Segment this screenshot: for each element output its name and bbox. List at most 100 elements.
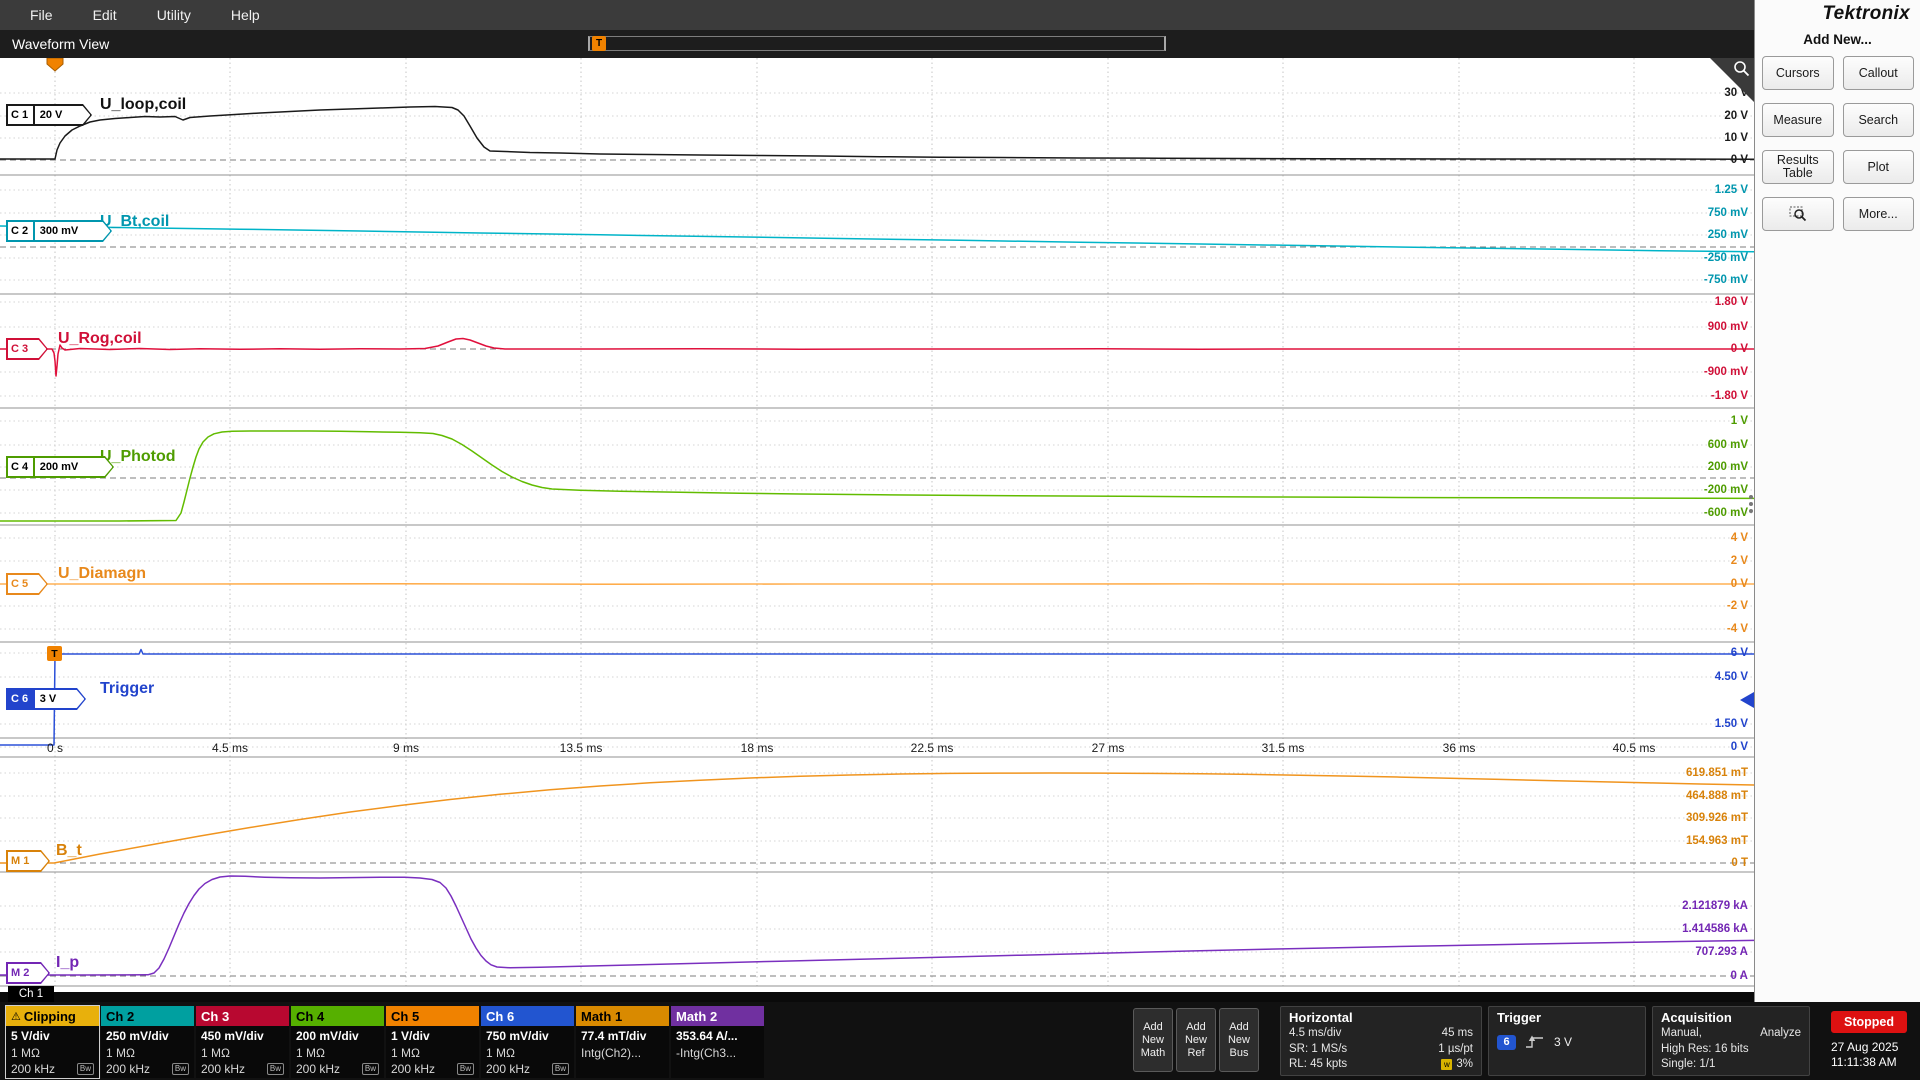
menu-edit[interactable]: Edit (73, 0, 137, 30)
scale-label-c6: 1.50 V (1715, 718, 1748, 730)
channel-config-badge-ch4[interactable]: Ch 4 200 mV/div1 MΩ200 kHzBw (291, 1006, 384, 1078)
badge-header-ch2: Ch 2 (101, 1006, 194, 1026)
time-label-40-5-ms: 40.5 ms (1613, 741, 1656, 755)
channel-badge-c6[interactable]: C 63 V (6, 688, 86, 710)
badge-row: Intg(Ch2)... (581, 1045, 664, 1062)
trace-c2[interactable] (0, 226, 1754, 252)
trigger-panel[interactable]: Trigger 6 3 V (1488, 1006, 1646, 1076)
add-new-bus-button[interactable]: AddNewBus (1219, 1008, 1259, 1072)
channel-config-badge-math2[interactable]: Math 2353.64 A/...-Intg(Ch3... (671, 1006, 764, 1078)
scale-label-c5: 0 V (1731, 578, 1748, 590)
scale-label-c5: 4 V (1731, 532, 1748, 544)
trigger-position-marker[interactable] (47, 58, 63, 71)
channel-badge-c5[interactable]: C 5 (6, 573, 48, 595)
channel-name-c3[interactable]: U_Rog,coil (58, 330, 142, 348)
panel-resize-handle[interactable] (1749, 495, 1753, 513)
time-label-31-5-ms: 31.5 ms (1262, 741, 1305, 755)
scale-label-m1: 154.963 mT (1686, 835, 1748, 847)
scale-label-c1: 10 V (1724, 132, 1748, 144)
bandwidth-limit-badge: Bw (457, 1063, 474, 1075)
waveform-display: 30 V20 V10 V0 VU_loop,coilC 120 V1.25 V7… (0, 58, 1754, 992)
sidebar-button-more[interactable]: More... (1843, 197, 1915, 231)
scale-label-c6: 4.50 V (1715, 671, 1748, 683)
run-stop-status[interactable]: Stopped (1831, 1011, 1907, 1033)
badge-row: 77.4 mT/div (581, 1028, 664, 1045)
trace-c1[interactable] (0, 107, 1754, 160)
record-trigger-marker[interactable]: T (592, 36, 606, 51)
sidebar-button-search[interactable]: Search (1843, 103, 1915, 137)
intensity-icon: w (1441, 1059, 1452, 1070)
channel-badge-c3[interactable]: C 3 (6, 338, 48, 360)
badge-row: 200 kHzBw (11, 1061, 94, 1078)
time-label-27-ms: 27 ms (1092, 741, 1125, 755)
trace-c3[interactable] (0, 339, 1754, 377)
acquisition-panel[interactable]: Acquisition Manual,Analyze High Res: 16 … (1652, 1006, 1810, 1076)
menu-file[interactable]: File (10, 0, 73, 30)
sidebar-button-measure[interactable]: Measure (1762, 103, 1834, 137)
channel-config-badge-ch3[interactable]: Ch 3450 mV/div1 MΩ200 kHzBw (196, 1006, 289, 1078)
sidebar-button-callout[interactable]: Callout (1843, 56, 1915, 90)
add-new-math-button[interactable]: AddNewMath (1133, 1008, 1173, 1072)
date-label: 27 Aug 2025 (1831, 1040, 1898, 1055)
scale-label-c5: -4 V (1727, 623, 1748, 635)
horizontal-row: 4.5 ms/div45 ms (1289, 1026, 1473, 1042)
acquisition-analyze: Analyze (1760, 1026, 1801, 1042)
oscilloscope-app: FileEditUtilityHelp Waveform View T 30 V… (0, 0, 1920, 1080)
trigger-point-marker[interactable]: T (47, 646, 62, 661)
scale-label-c2: 250 mV (1708, 229, 1748, 241)
trace-c6[interactable] (0, 650, 1754, 746)
horizontal-panel[interactable]: Horizontal 4.5 ms/div45 msSR: 1 MS/s1 µs… (1280, 1006, 1482, 1076)
time-label-13-5-ms: 13.5 ms (560, 741, 603, 755)
menu-utility[interactable]: Utility (137, 0, 211, 30)
trace-m2[interactable] (0, 876, 1754, 975)
scale-label-c2: 1.25 V (1715, 184, 1748, 196)
badge-row: 200 kHzBw (201, 1061, 284, 1078)
datetime: 27 Aug 2025 11:11:38 AM (1831, 1040, 1898, 1070)
scale-label-c5: -2 V (1727, 600, 1748, 612)
channel-badge-c1[interactable]: C 120 V (6, 104, 92, 126)
badge-header-ch5: Ch 5 (386, 1006, 479, 1026)
selected-channel-tab[interactable]: Ch 1 (8, 986, 54, 1002)
channel-badge-c2[interactable]: C 2300 mV (6, 220, 112, 242)
channel-name-m1[interactable]: B_t (56, 842, 82, 860)
badge-row: 1 MΩ (296, 1045, 379, 1062)
channel-name-m2[interactable]: I_p (56, 954, 79, 972)
sidebar-button-results-table[interactable]: Results Table (1762, 150, 1834, 184)
scale-label-m1: 309.926 mT (1686, 812, 1748, 824)
time-label-0-s: 0 s (47, 741, 63, 755)
menu-help[interactable]: Help (211, 0, 280, 30)
badge-row: 200 mV/div (296, 1028, 379, 1045)
channel-config-badge-math1[interactable]: Math 177.4 mT/divIntg(Ch2)... (576, 1006, 669, 1078)
sidebar-button-cursors[interactable]: Cursors (1762, 56, 1834, 90)
badge-header-ch4: Ch 4 (291, 1006, 384, 1026)
scale-label-c3: 900 mV (1708, 321, 1748, 333)
waveform-view-bar: Waveform View T (0, 30, 1754, 58)
channel-name-c5[interactable]: U_Diamagn (58, 565, 146, 583)
add-new-ref-button[interactable]: AddNewRef (1176, 1008, 1216, 1072)
channel-name-c1[interactable]: U_loop,coil (100, 96, 186, 114)
channel-config-badge-ch5[interactable]: Ch 51 V/div1 MΩ200 kHzBw (386, 1006, 479, 1078)
channel-config-badge-ch6[interactable]: Ch 6750 mV/div1 MΩ200 kHzBw (481, 1006, 574, 1078)
bandwidth-limit-badge: Bw (77, 1063, 94, 1075)
channel-badge-m2[interactable]: M 2 (6, 962, 50, 984)
menu-bar: FileEditUtilityHelp (0, 0, 1754, 30)
scale-label-c2: -750 mV (1704, 274, 1748, 286)
bandwidth-limit-badge: Bw (267, 1063, 284, 1075)
acquisition-resolution: High Res: 16 bits (1661, 1042, 1749, 1058)
channel-config-badge-ch1[interactable]: ⚠Clipping5 V/div1 MΩ200 kHzBw (6, 1006, 99, 1078)
record-view-slider[interactable] (588, 36, 1166, 51)
badge-row: 250 mV/div (106, 1028, 189, 1045)
time-label-9-ms: 9 ms (393, 741, 419, 755)
channel-badge-c4[interactable]: C 4200 mV (6, 456, 114, 478)
badge-row: 1 MΩ (391, 1045, 474, 1062)
channel-badges: ⚠Clipping5 V/div1 MΩ200 kHzBwCh 2 250 mV/… (6, 1006, 764, 1078)
sidebar-button-zoom-overlay[interactable] (1762, 197, 1834, 231)
trigger-level-arrow[interactable] (1740, 692, 1754, 708)
badge-row: 200 kHzBw (296, 1061, 379, 1078)
scale-label-c4: -200 mV (1704, 484, 1748, 496)
zoom-overlay-icon (1789, 205, 1807, 223)
sidebar-button-plot[interactable]: Plot (1843, 150, 1915, 184)
channel-badge-m1[interactable]: M 1 (6, 850, 50, 872)
channel-name-c6[interactable]: Trigger (100, 680, 154, 698)
channel-config-badge-ch2[interactable]: Ch 2250 mV/div1 MΩ200 kHzBw (101, 1006, 194, 1078)
